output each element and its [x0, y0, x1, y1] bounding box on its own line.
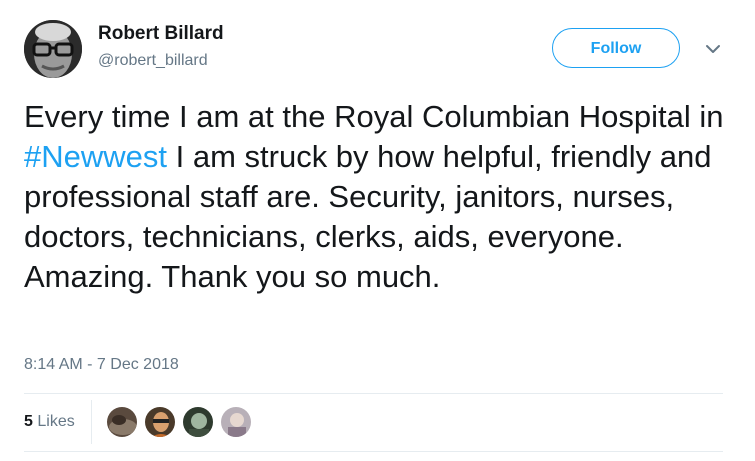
liker-avatar-icon[interactable] [106, 406, 138, 438]
tweet-text: Every time I am at the Royal Columbian H… [24, 97, 739, 297]
divider [24, 451, 723, 452]
tweet-text-part: Every time I am at the Royal Columbian H… [24, 99, 724, 134]
liker-avatar-icon[interactable] [220, 406, 252, 438]
tweet-card: Robert Billard @robert_billard Follow Ev… [0, 0, 755, 461]
liker-avatar-icon[interactable] [182, 406, 214, 438]
author-display-name[interactable]: Robert Billard [98, 22, 224, 46]
likes-stat[interactable]: 5 Likes [24, 411, 75, 433]
avatar-photo-icon [24, 20, 82, 78]
divider [24, 393, 723, 394]
author-info: Robert Billard @robert_billard [98, 22, 224, 72]
liker-avatar-icon[interactable] [144, 406, 176, 438]
follow-button[interactable]: Follow [552, 28, 680, 68]
author-handle[interactable]: @robert_billard [98, 50, 224, 72]
author-avatar[interactable] [24, 20, 82, 78]
chevron-down-icon[interactable] [704, 40, 722, 58]
tweet-timestamp[interactable]: 8:14 AM - 7 Dec 2018 [24, 354, 179, 376]
stats-separator [91, 400, 92, 444]
hashtag-link[interactable]: #Newwest [24, 139, 167, 174]
likes-label: Likes [37, 413, 75, 430]
likes-count: 5 [24, 413, 33, 430]
